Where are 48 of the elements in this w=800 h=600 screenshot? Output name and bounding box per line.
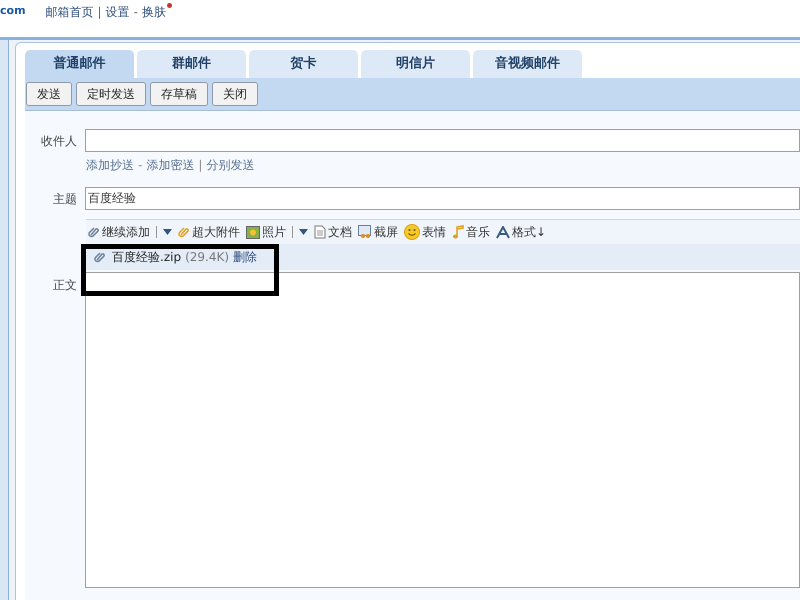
recipient-link[interactable]: 添加抄送 — [86, 156, 134, 174]
attach-tool-button[interactable]: 超大附件 — [178, 223, 240, 241]
attach-tool-button[interactable]: 照片 — [246, 223, 286, 241]
tab[interactable]: 音视频邮件 — [473, 50, 582, 78]
action-button[interactable]: 发送 — [26, 82, 72, 106]
recipient-field[interactable] — [85, 129, 800, 152]
music-note-icon — [452, 225, 464, 239]
attach-tool-button[interactable]: 表情 — [404, 223, 446, 241]
body-field[interactable] — [85, 272, 800, 588]
recipient-link[interactable]: 添加密送 — [146, 156, 194, 174]
separator: | — [198, 157, 202, 174]
action-button[interactable]: 关闭 — [212, 82, 258, 106]
logo-text: com — [0, 3, 26, 16]
caret-icon[interactable] — [299, 229, 308, 235]
attach-tool-button[interactable]: 格式↓ — [496, 223, 546, 241]
recipient-link[interactable]: 分别发送 — [206, 156, 254, 174]
document-icon — [314, 225, 326, 239]
separator: | — [98, 4, 102, 21]
action-button[interactable]: 定时发送 — [76, 82, 146, 106]
letter-a-icon — [496, 226, 510, 238]
attach-tool-button[interactable]: 截屏 — [358, 223, 398, 241]
tab[interactable]: 群邮件 — [137, 50, 246, 78]
tab[interactable]: 贺卡 — [249, 50, 358, 78]
photo-icon — [246, 226, 260, 238]
paperclip-icon — [88, 226, 100, 238]
field-label: 正文 — [52, 277, 78, 294]
attachment-size: (29.4K) — [185, 249, 230, 266]
smiley-icon — [404, 224, 420, 240]
subject-field[interactable]: 百度经验 — [85, 187, 800, 210]
top-link[interactable]: 设置 — [106, 3, 130, 21]
paperclip-icon — [94, 251, 106, 263]
attach-tool-button[interactable]: 文档 — [314, 223, 352, 241]
attach-tool-button[interactable]: 继续添加 — [88, 223, 150, 241]
action-button[interactable]: 存草稿 — [150, 82, 208, 106]
remove-link[interactable]: 删除 — [233, 248, 258, 266]
separator: - — [134, 4, 138, 21]
tab[interactable]: 普通邮件 — [25, 50, 134, 78]
top-link[interactable]: 邮箱首页 — [46, 3, 94, 21]
tab[interactable]: 明信片 — [361, 50, 470, 78]
separator: - — [138, 157, 142, 174]
caret-icon[interactable] — [163, 229, 172, 235]
attach-tool-button[interactable]: 音乐 — [452, 223, 490, 241]
screenshot-icon — [358, 225, 372, 239]
field-label: 主题 — [52, 190, 78, 208]
paperclip-icon — [178, 226, 190, 238]
top-link[interactable]: 换肤 — [142, 3, 166, 21]
field-label: 收件人 — [40, 132, 78, 150]
attachment-name: 百度经验.zip — [112, 249, 182, 266]
